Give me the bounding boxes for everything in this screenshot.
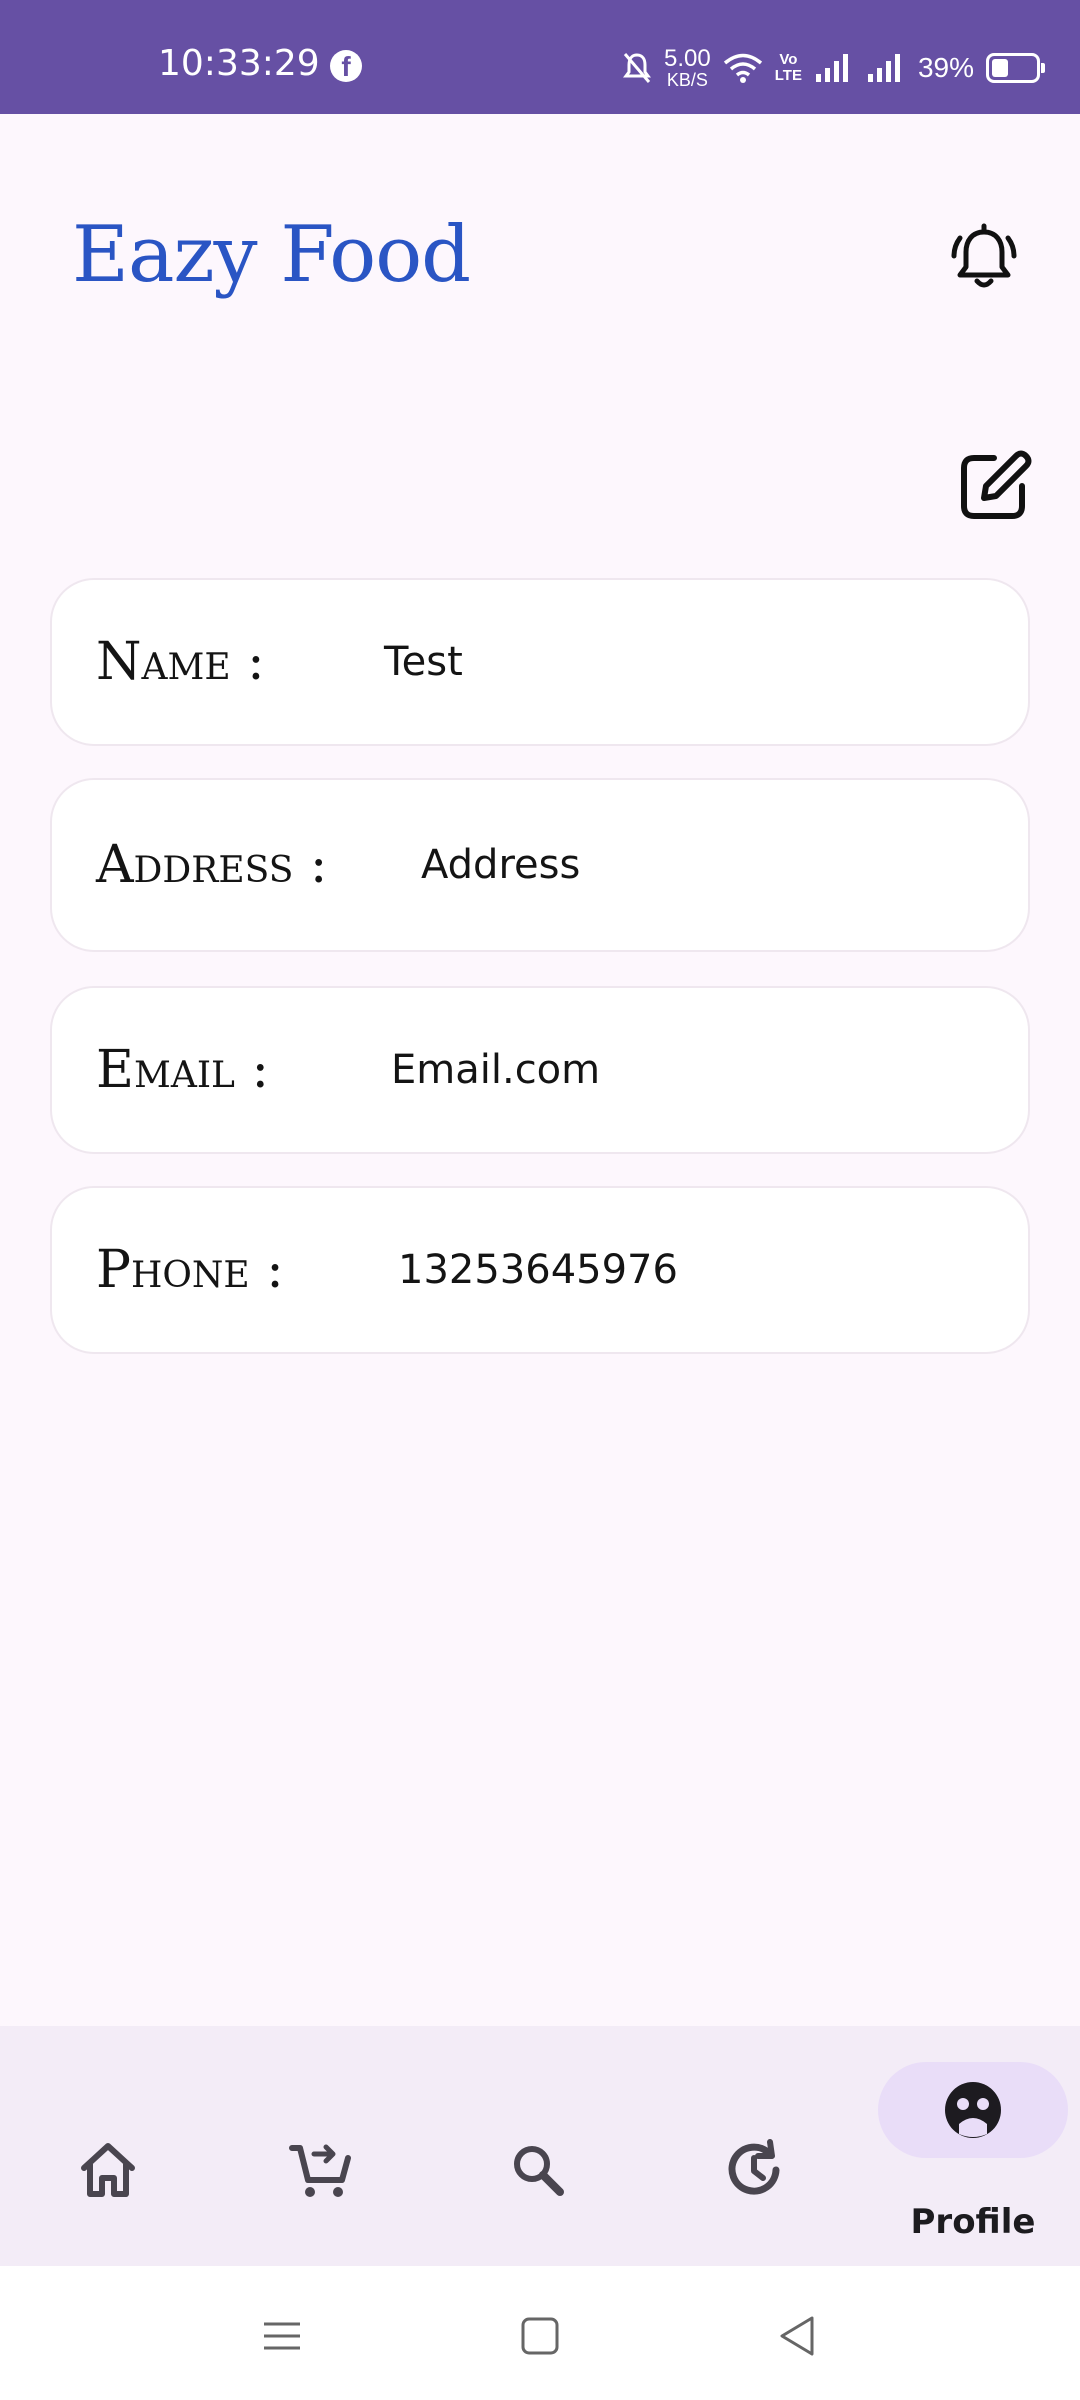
address-value: Address	[421, 842, 581, 888]
volte-badge: Vo LTE	[775, 52, 802, 84]
network-speed-unit: KB/S	[666, 70, 708, 90]
status-time: 10:33:29	[158, 43, 320, 84]
history-icon	[728, 2139, 780, 2195]
email-card: Email : Email.com	[50, 986, 1030, 1154]
address-label: Address :	[96, 835, 328, 895]
volte-line2: LTE	[774, 67, 802, 84]
square-icon	[521, 2317, 559, 2355]
menu-icon	[264, 2322, 300, 2350]
phone-card: Phone : 13253645976	[50, 1186, 1030, 1354]
battery-icon	[986, 53, 1045, 83]
bottom-navigation: Profile	[0, 2026, 1080, 2266]
phone-label: Phone :	[96, 1240, 284, 1300]
system-navigation-bar	[0, 2266, 1080, 2400]
mute-notification-icon	[623, 53, 652, 83]
search-icon	[514, 2146, 564, 2196]
edit-profile-button[interactable]	[954, 446, 1034, 526]
profile-face-icon	[945, 2082, 1001, 2138]
home-button[interactable]	[510, 2306, 570, 2366]
nav-label-profile: Profile	[910, 2202, 1036, 2242]
nav-item-cart[interactable]	[232, 2026, 412, 2266]
facebook-notification-icon: f	[330, 50, 362, 82]
app-title: Eazy Food	[72, 210, 471, 300]
nav-item-home[interactable]	[18, 2026, 198, 2266]
nav-item-search[interactable]	[448, 2026, 628, 2266]
email-value: Email.com	[391, 1047, 601, 1093]
network-speed-value: 5.00	[664, 45, 711, 72]
profile-active-indicator	[878, 2062, 1068, 2158]
battery-level	[992, 59, 1008, 77]
notification-bell-button[interactable]	[944, 218, 1024, 298]
volte-line1: Vo	[779, 51, 798, 68]
status-indicators: 5.00 KB/S Vo LTE 39%	[622, 40, 1045, 96]
name-label: Name :	[96, 632, 265, 692]
bell-icon	[951, 223, 1017, 288]
status-bar: 10:33:29 f 5.00 KB/S Vo LTE 39%	[0, 0, 1080, 114]
back-triangle-icon	[780, 2316, 814, 2356]
phone-value: 13253645976	[398, 1247, 678, 1293]
wifi-icon	[723, 53, 762, 83]
address-card: Address : Address	[50, 778, 1030, 952]
battery-percent: 39%	[917, 52, 974, 83]
network-speed: 5.00 KB/S	[664, 45, 711, 90]
edit-icon	[961, 450, 1032, 519]
cart-icon	[289, 2144, 351, 2197]
home-icon	[81, 2143, 135, 2197]
name-value: Test	[384, 639, 463, 685]
recent-apps-button[interactable]	[252, 2306, 312, 2366]
back-button[interactable]	[768, 2306, 828, 2366]
signal-icon-sim2	[867, 54, 900, 82]
signal-icon-sim1	[815, 54, 848, 82]
nav-item-history[interactable]	[664, 2026, 844, 2266]
email-label: Email :	[96, 1040, 269, 1100]
name-card: Name : Test	[50, 578, 1030, 746]
